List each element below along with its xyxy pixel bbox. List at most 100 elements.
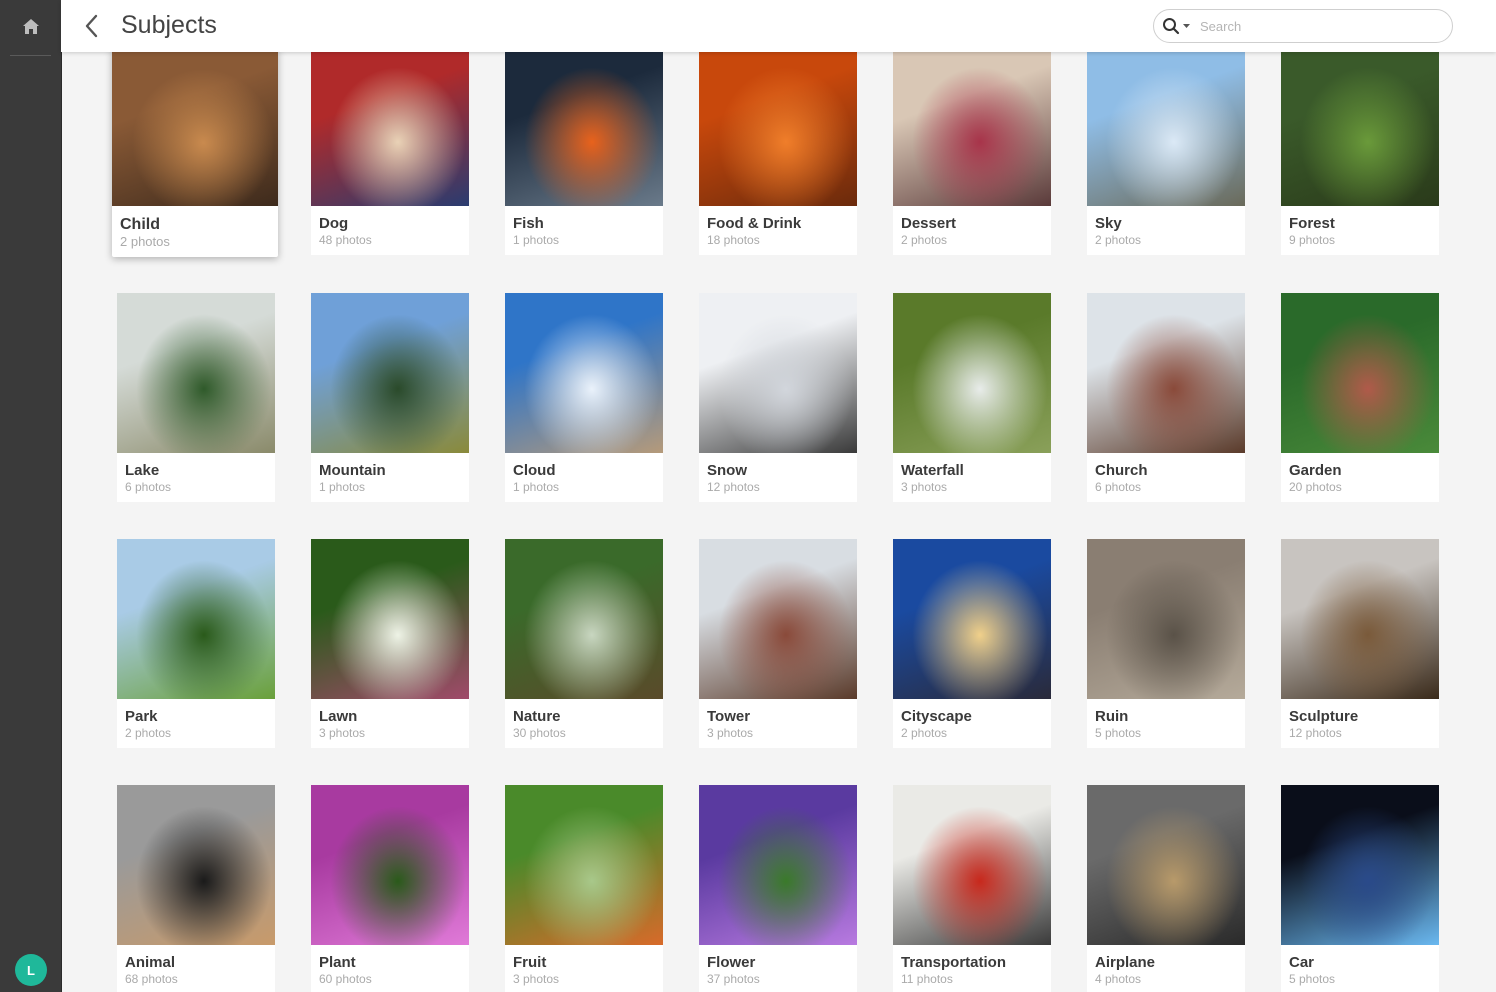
- subject-thumbnail[interactable]: [1087, 539, 1245, 699]
- subject-thumbnail[interactable]: [311, 785, 469, 945]
- subject-photo-count: 60 photos: [319, 972, 372, 986]
- subject-card[interactable]: Park 2 photos: [117, 539, 275, 748]
- subject-name: Dog: [319, 215, 349, 232]
- subject-thumbnail[interactable]: [505, 293, 663, 453]
- subject-thumbnail[interactable]: [1281, 293, 1439, 453]
- subject-name: Cloud: [513, 462, 556, 479]
- subject-thumbnail[interactable]: [117, 539, 275, 699]
- subject-card[interactable]: Dessert 2 photos: [893, 52, 1051, 255]
- subject-name: Tower: [707, 708, 751, 725]
- subject-thumbnail[interactable]: [505, 52, 663, 206]
- subject-photo-count: 3 photos: [901, 480, 948, 494]
- subject-name: Nature: [513, 708, 561, 725]
- subject-card[interactable]: Sculpture 12 photos: [1281, 539, 1439, 748]
- subject-name: Church: [1095, 462, 1148, 479]
- subject-card[interactable]: Food & Drink 18 photos: [699, 52, 857, 255]
- subject-card[interactable]: Garden 20 photos: [1281, 293, 1439, 502]
- subject-name: Forest: [1289, 215, 1335, 232]
- subject-card[interactable]: Dog 48 photos: [311, 52, 469, 255]
- subject-card[interactable]: Church 6 photos: [1087, 293, 1245, 502]
- subject-thumbnail[interactable]: [311, 52, 469, 206]
- subject-thumbnail[interactable]: [893, 785, 1051, 945]
- subject-card[interactable]: Cloud 1 photos: [505, 293, 663, 502]
- subject-card[interactable]: Waterfall 3 photos: [893, 293, 1051, 502]
- subject-card[interactable]: Fish 1 photos: [505, 52, 663, 255]
- subject-card[interactable]: Forest 9 photos: [1281, 52, 1439, 255]
- subjects-grid: Child 2 photos Dog 48 photos Fish 1 photos Foo…: [61, 52, 1496, 992]
- subject-card[interactable]: Car 5 photos: [1281, 785, 1439, 992]
- subject-card[interactable]: Sky 2 photos: [1087, 52, 1245, 255]
- subject-thumbnail[interactable]: [1281, 785, 1439, 945]
- subject-name: Animal: [125, 954, 176, 971]
- subject-card[interactable]: Animal 68 photos: [117, 785, 275, 992]
- subject-name: Garden: [1289, 462, 1342, 479]
- subject-name: Mountain: [319, 462, 386, 479]
- subject-photo-count: 1 photos: [513, 480, 560, 494]
- subject-thumbnail[interactable]: [893, 293, 1051, 453]
- subject-photo-count: 4 photos: [1095, 972, 1142, 986]
- subject-card[interactable]: Lake 6 photos: [117, 293, 275, 502]
- subject-card[interactable]: Plant 60 photos: [311, 785, 469, 992]
- subject-photo-count: 20 photos: [1289, 480, 1342, 494]
- subject-photo-count: 3 photos: [513, 972, 560, 986]
- back-button[interactable]: [81, 12, 103, 40]
- subject-thumbnail[interactable]: [505, 539, 663, 699]
- subject-thumbnail[interactable]: [1087, 52, 1245, 206]
- subject-photo-count: 2 photos: [901, 726, 948, 740]
- search-input[interactable]: [1198, 14, 1442, 38]
- subject-card[interactable]: Mountain 1 photos: [311, 293, 469, 502]
- subject-thumbnail[interactable]: [893, 539, 1051, 699]
- subject-thumbnail[interactable]: [699, 293, 857, 453]
- subject-name: Sculpture: [1289, 708, 1359, 725]
- subject-name: Lake: [125, 462, 160, 479]
- subject-thumbnail[interactable]: [699, 539, 857, 699]
- caret-down-icon[interactable]: [1182, 20, 1191, 32]
- subject-photo-count: 2 photos: [1095, 233, 1142, 247]
- subject-thumbnail[interactable]: [112, 52, 278, 206]
- subject-name: Transportation: [901, 954, 1007, 971]
- subject-thumbnail[interactable]: [311, 539, 469, 699]
- search-box[interactable]: [1153, 9, 1453, 43]
- subject-thumbnail[interactable]: [1281, 539, 1439, 699]
- avatar[interactable]: L: [15, 954, 47, 986]
- subject-photo-count: 48 photos: [319, 233, 372, 247]
- subject-photo-count: 3 photos: [707, 726, 754, 740]
- subject-thumbnail[interactable]: [117, 785, 275, 945]
- subject-photo-count: 5 photos: [1095, 726, 1142, 740]
- subject-card[interactable]: Flower 37 photos: [699, 785, 857, 992]
- subject-photo-count: 9 photos: [1289, 233, 1336, 247]
- subject-photo-count: 30 photos: [513, 726, 566, 740]
- subject-thumbnail[interactable]: [505, 785, 663, 945]
- subject-thumbnail[interactable]: [1087, 293, 1245, 453]
- subject-card[interactable]: Snow 12 photos: [699, 293, 857, 502]
- subject-thumbnail[interactable]: [311, 293, 469, 453]
- subject-thumbnail[interactable]: [893, 52, 1051, 206]
- subject-thumbnail[interactable]: [1087, 785, 1245, 945]
- subject-thumbnail[interactable]: [699, 785, 857, 945]
- subject-card[interactable]: Tower 3 photos: [699, 539, 857, 748]
- subject-card[interactable]: Child 2 photos: [112, 52, 278, 257]
- subject-card[interactable]: Ruin 5 photos: [1087, 539, 1245, 748]
- subject-photo-count: 1 photos: [319, 480, 366, 494]
- search-icon[interactable]: [1162, 17, 1180, 35]
- subject-card[interactable]: Lawn 3 photos: [311, 539, 469, 748]
- subject-photo-count: 6 photos: [125, 480, 172, 494]
- home-icon[interactable]: [20, 16, 42, 38]
- chevron-left-icon: [85, 14, 98, 38]
- subject-card[interactable]: Fruit 3 photos: [505, 785, 663, 992]
- subject-card[interactable]: Airplane 4 photos: [1087, 785, 1245, 992]
- subject-photo-count: 1 photos: [513, 233, 560, 247]
- subject-photo-count: 6 photos: [1095, 480, 1142, 494]
- subject-name: Ruin: [1095, 708, 1129, 725]
- subject-name: Fish: [513, 215, 544, 232]
- subject-card[interactable]: Nature 30 photos: [505, 539, 663, 748]
- subject-name: Airplane: [1095, 954, 1156, 971]
- subject-card[interactable]: Transportation 11 photos: [893, 785, 1051, 992]
- subject-thumbnail[interactable]: [699, 52, 857, 206]
- subject-photo-count: 12 photos: [707, 480, 760, 494]
- subject-thumbnail[interactable]: [117, 293, 275, 453]
- subject-name: Plant: [319, 954, 356, 971]
- subject-thumbnail[interactable]: [1281, 52, 1439, 206]
- subject-card[interactable]: Cityscape 2 photos: [893, 539, 1051, 748]
- subject-name: Snow: [707, 462, 747, 479]
